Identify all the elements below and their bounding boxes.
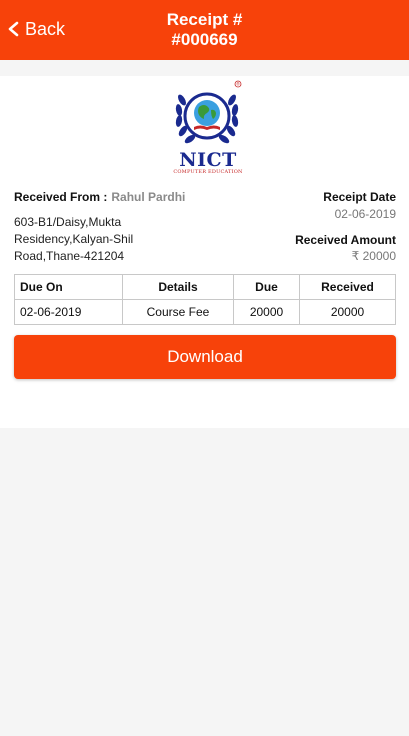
column-header-due: Due bbox=[233, 274, 300, 300]
received-amount-label: Received Amount bbox=[295, 233, 396, 247]
receipt-items-table: Due On Details Due Received 02-06-2019 C… bbox=[14, 274, 396, 325]
address-line: Residency,Kalyan-Shil bbox=[14, 232, 134, 246]
receipt-date-label: Receipt Date bbox=[323, 190, 396, 204]
nict-logo: ® NICT COMPUTER EDUCATION bbox=[172, 80, 244, 175]
table-row: 02-06-2019 Course Fee 20000 20000 bbox=[14, 299, 396, 325]
logo-wordmark: NICT bbox=[179, 149, 237, 171]
cell-details: Course Fee bbox=[122, 299, 234, 325]
cell-due: 20000 bbox=[233, 299, 300, 325]
received-amount-value: ₹ 20000 bbox=[351, 249, 396, 263]
page-title: Receipt # #000669 bbox=[0, 10, 409, 50]
page-title-line1: Receipt # bbox=[166, 10, 243, 29]
column-header-due-on: Due On bbox=[14, 274, 123, 300]
svg-text:®: ® bbox=[236, 82, 240, 87]
received-from: Received From : Rahul Pardhi bbox=[14, 190, 185, 204]
cell-received: 20000 bbox=[299, 299, 396, 325]
column-header-details: Details bbox=[122, 274, 234, 300]
address-line: Road,Thane-421204 bbox=[14, 249, 125, 263]
payer-address: 603-B1/Daisy,Mukta Residency,Kalyan-Shil… bbox=[14, 214, 154, 265]
table-header-row: Due On Details Due Received bbox=[14, 274, 396, 300]
cell-due-on: 02-06-2019 bbox=[14, 299, 123, 325]
received-from-label: Received From : bbox=[14, 190, 108, 204]
download-button[interactable]: Download bbox=[14, 335, 396, 379]
globe-laurel-emblem-icon: ® bbox=[175, 80, 242, 144]
page-title-line2: #000669 bbox=[171, 30, 238, 49]
received-from-value: Rahul Pardhi bbox=[111, 190, 186, 204]
address-line: 603-B1/Daisy,Mukta bbox=[14, 215, 122, 229]
receipt-date-value: 02-06-2019 bbox=[334, 207, 396, 221]
logo-subtitle: COMPUTER EDUCATION bbox=[173, 169, 243, 175]
column-header-received: Received bbox=[299, 274, 396, 300]
receipt-card: ® NICT COMPUTER EDUCATION Received From … bbox=[0, 76, 409, 428]
app-header: Back Receipt # #000669 bbox=[0, 0, 409, 60]
